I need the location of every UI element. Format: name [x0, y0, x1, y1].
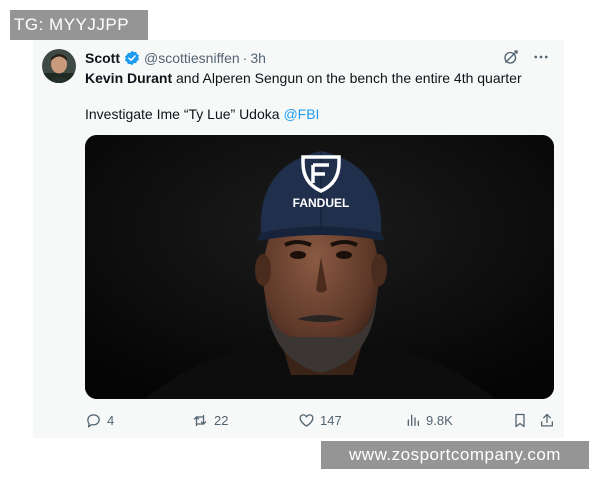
repost-count: 22	[214, 413, 229, 428]
tweet-header: Scott @scottiesniffen · 3h	[85, 49, 266, 67]
share-icon	[539, 412, 555, 429]
like-button[interactable]: 147	[298, 412, 342, 429]
tweet-text-rest: and Alperen Sengun on the bench the enti…	[172, 70, 522, 86]
tweet-text-line-2-body: Investigate Ime “Ty Lue” Udoka	[85, 106, 284, 122]
watermark-bottom-right: www.zosportcompany.com	[321, 441, 589, 469]
avatar[interactable]	[42, 49, 76, 83]
like-count: 147	[320, 413, 342, 428]
tweet-text-line-1: Kevin Durant and Alperen Sengun on the b…	[85, 69, 553, 87]
grok-icon[interactable]	[502, 48, 520, 66]
header-actions	[502, 48, 550, 66]
watermark-top-left: TG: MYYJJPP	[10, 10, 148, 40]
like-icon	[298, 412, 315, 429]
verified-badge-icon	[124, 50, 140, 66]
bookmark-icon	[512, 412, 528, 429]
svg-text:FANDUEL: FANDUEL	[293, 196, 350, 210]
reply-button[interactable]: 4	[85, 412, 114, 429]
more-dots-icon[interactable]	[532, 48, 550, 66]
tweet-actions: 4 22 147 9.8K	[85, 412, 555, 430]
author-name[interactable]: Scott	[85, 50, 120, 66]
mention-fbi[interactable]: @FBI	[283, 106, 319, 122]
reply-icon	[85, 412, 102, 429]
views-icon	[405, 412, 421, 428]
views-button[interactable]: 9.8K	[405, 412, 453, 428]
tweet-card[interactable]: Scott @scottiesniffen · 3h Kevin Durant …	[33, 40, 564, 438]
tweet-time[interactable]: 3h	[250, 50, 266, 66]
repost-button[interactable]: 22	[191, 412, 228, 429]
share-button[interactable]	[539, 412, 555, 429]
author-handle[interactable]: @scottiesniffen	[144, 50, 240, 66]
views-count: 9.8K	[426, 412, 453, 428]
mention-kevin-durant[interactable]: Kevin Durant	[85, 70, 172, 86]
tweet-text-line-2: Investigate Ime “Ty Lue” Udoka @FBI	[85, 105, 553, 123]
portrait-photo: FANDUEL	[85, 135, 554, 399]
repost-icon	[191, 412, 209, 429]
separator-dot: ·	[242, 50, 248, 66]
reply-count: 4	[107, 413, 115, 428]
bookmark-button[interactable]	[512, 412, 528, 429]
tweet-text: Kevin Durant and Alperen Sengun on the b…	[85, 69, 553, 123]
tweet-image[interactable]: FANDUEL	[85, 135, 554, 399]
